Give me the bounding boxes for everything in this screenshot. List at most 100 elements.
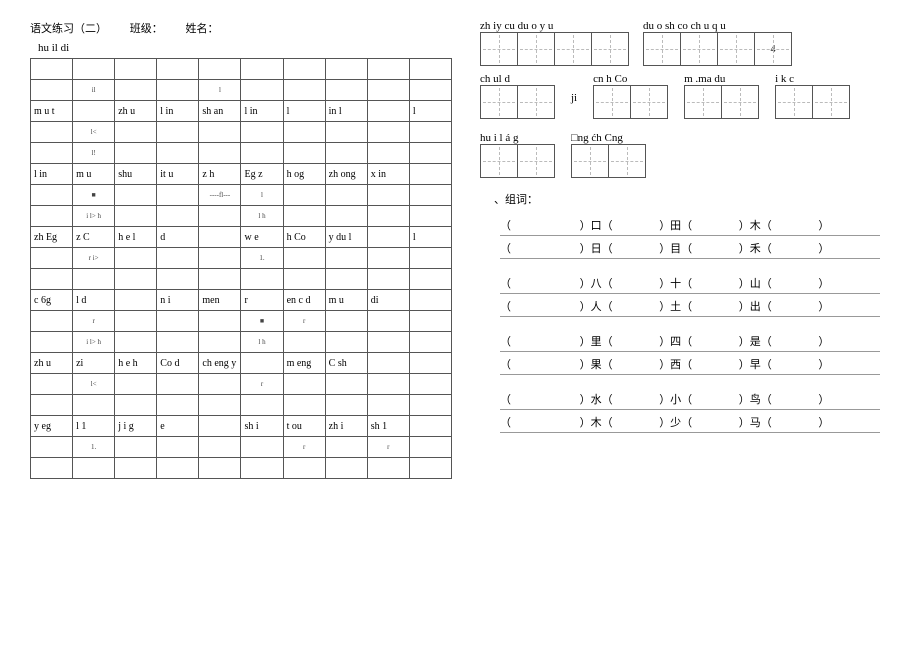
grid-cell: r [241, 374, 283, 395]
tianzi-cell [517, 144, 555, 178]
tianzi-cell [480, 85, 518, 119]
zuci-word: ）禾（ [739, 240, 801, 256]
grid-cell: e [157, 416, 199, 437]
grid-cell [157, 185, 199, 206]
zuci-word: （ [500, 414, 562, 430]
grid-cell: C sh [325, 353, 367, 374]
grid-cell: r [367, 437, 409, 458]
grid-cell: l [409, 101, 451, 122]
grid-cell: di [367, 290, 409, 311]
grid-cell [157, 248, 199, 269]
tianzi-cell [554, 32, 592, 66]
grid-cell [199, 311, 241, 332]
zuci-word: ）口（ [580, 217, 642, 233]
grid-cell: r [73, 311, 115, 332]
zuci-header: 、组词： [494, 191, 880, 207]
zuci-word: ） [818, 333, 880, 349]
grid-cell [367, 227, 409, 248]
grid-cell [409, 185, 451, 206]
grid-cell: z h [199, 164, 241, 185]
grid-cell: men [199, 290, 241, 311]
grid-cell [31, 185, 73, 206]
grid-cell [409, 269, 451, 290]
grid-cell [31, 122, 73, 143]
zuci-line: （）八（）十（）山（） [500, 273, 880, 294]
grid-cell [73, 458, 115, 479]
zuci-word: （ [500, 298, 562, 314]
grid-cell: l d [73, 290, 115, 311]
pinyin-label: cn h Co [593, 73, 668, 85]
grid-cell [367, 80, 409, 101]
tianzi-cell [517, 32, 555, 66]
grid-cell [73, 395, 115, 416]
grid-cell [199, 206, 241, 227]
pinyin-label: i k c [775, 73, 850, 85]
grid-cell [115, 59, 157, 80]
grid-cell: shu [115, 164, 157, 185]
grid-cell [199, 59, 241, 80]
pinyin-label: zh iy cu du o y u [480, 20, 629, 32]
grid-cell: r i> [73, 248, 115, 269]
grid-cell: c 6g [31, 290, 73, 311]
grid-cell: r [283, 311, 325, 332]
grid-cell [283, 332, 325, 353]
grid-cell [367, 101, 409, 122]
grid-cell: l< [73, 122, 115, 143]
grid-cell [157, 206, 199, 227]
grid-cell [199, 332, 241, 353]
grid-cell [367, 269, 409, 290]
grid-cell [409, 353, 451, 374]
grid-cell [115, 332, 157, 353]
grid-cell [409, 332, 451, 353]
grid-cell [31, 458, 73, 479]
grid-cell [241, 80, 283, 101]
tianzi-cell [630, 85, 668, 119]
grid-cell: i l> h [73, 332, 115, 353]
grid-cell [325, 395, 367, 416]
tianzi-cell [812, 85, 850, 119]
pinyin-label: ch ul d [480, 73, 555, 85]
grid-cell [199, 458, 241, 479]
tianzi-cell [684, 85, 722, 119]
grid-cell [325, 185, 367, 206]
grid-cell: l! [73, 143, 115, 164]
zuci-section: （）口（）田（）木（）（）日（）目（）禾（）（）八（）十（）山（）（）人（）土（… [480, 215, 880, 433]
grid-cell: zh i [325, 416, 367, 437]
grid-cell [367, 143, 409, 164]
zuci-word: （ [500, 391, 562, 407]
grid-cell [283, 248, 325, 269]
grid-cell [31, 311, 73, 332]
grid-cell: l in [31, 164, 73, 185]
zuci-word: （ [500, 275, 562, 291]
grid-cell [367, 332, 409, 353]
grid-cell: l [409, 227, 451, 248]
grid-cell: zh u [115, 101, 157, 122]
grid-cell: 1. [241, 248, 283, 269]
zuci-word: ）早（ [739, 356, 801, 372]
grid-cell [31, 59, 73, 80]
zuci-line: （）水（）小（）鸟（） [500, 389, 880, 410]
zuci-word: ）里（ [580, 333, 642, 349]
grid-cell [409, 290, 451, 311]
grid-cell: h e l [115, 227, 157, 248]
grid-cell [325, 269, 367, 290]
grid-cell: z C [73, 227, 115, 248]
grid-cell: w e [241, 227, 283, 248]
grid-cell [241, 395, 283, 416]
grid-cell [31, 437, 73, 458]
grid-cell [367, 311, 409, 332]
tianzi-cell [480, 144, 518, 178]
grid-cell: ----fl--- [199, 185, 241, 206]
grid-cell [115, 185, 157, 206]
grid-cell [115, 395, 157, 416]
zuci-word: ） [818, 414, 880, 430]
zuci-word: ）人（ [580, 298, 642, 314]
grid-cell [241, 353, 283, 374]
grid-cell: n i [157, 290, 199, 311]
grid-cell [283, 80, 325, 101]
tianzi-cell [643, 32, 681, 66]
grid-cell [241, 458, 283, 479]
zuci-word: （ [500, 217, 562, 233]
zuci-word: ）水（ [580, 391, 642, 407]
grid-cell [241, 143, 283, 164]
